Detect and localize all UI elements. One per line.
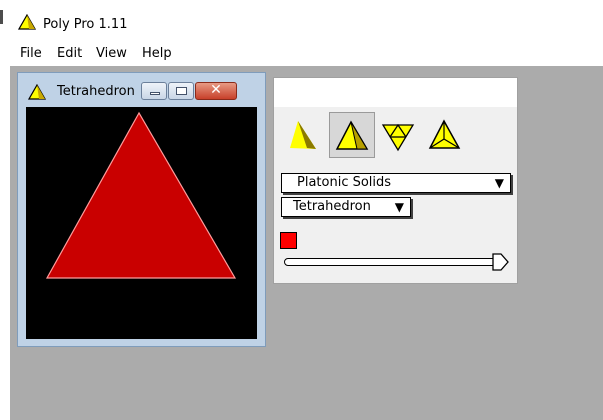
category-dropdown[interactable]: Platonic Solids ▼ — [281, 173, 511, 193]
close-icon: ✕ — [210, 82, 222, 98]
vertex-view-icon — [428, 119, 461, 149]
app-title: Poly Pro 1.11 — [43, 17, 128, 32]
category-dropdown-value: Platonic Solids — [297, 175, 392, 190]
chevron-down-icon: ▼ — [494, 176, 504, 190]
polyhedron-dropdown[interactable]: Tetrahedron ▼ — [281, 197, 411, 217]
shaded-view-button[interactable] — [329, 112, 375, 158]
close-button[interactable]: ✕ — [195, 82, 237, 100]
child-window-title: Tetrahedron — [57, 84, 135, 99]
tetrahedron-face — [45, 111, 237, 279]
minimize-button[interactable] — [141, 82, 167, 100]
size-slider-thumb[interactable] — [490, 252, 510, 272]
polyhedron-canvas[interactable] — [26, 107, 257, 339]
maximize-button[interactable] — [168, 82, 194, 100]
workspace-left-margin — [0, 66, 10, 420]
size-slider-track[interactable] — [284, 258, 498, 266]
window-edge-accent — [0, 10, 3, 24]
net-view-button[interactable] — [375, 112, 421, 158]
control-panel-header — [274, 78, 517, 107]
chevron-down-icon: ▼ — [394, 200, 404, 214]
maximize-icon — [176, 87, 187, 95]
menu-bar — [0, 40, 603, 66]
pyramid-icon — [28, 84, 46, 100]
shaded-view-icon — [335, 120, 369, 150]
control-panel: Platonic Solids ▼ Tetrahedron ▼ — [273, 77, 518, 284]
menu-view[interactable]: View — [96, 46, 127, 61]
menu-file[interactable]: File — [20, 46, 42, 61]
net-view-icon — [381, 123, 415, 152]
color-swatch[interactable] — [280, 232, 297, 249]
child-window-titlebar[interactable]: Tetrahedron ✕ — [18, 73, 265, 107]
tetrahedron-window[interactable]: Tetrahedron ✕ — [17, 72, 266, 347]
polyhedron-dropdown-value: Tetrahedron — [293, 199, 371, 214]
solid-view-icon — [290, 121, 316, 149]
solid-view-button[interactable] — [280, 112, 326, 158]
menu-help[interactable]: Help — [142, 46, 172, 61]
tetrahedron-drawing — [45, 111, 237, 279]
menu-edit[interactable]: Edit — [57, 46, 82, 61]
pyramid-icon — [18, 14, 36, 30]
minimize-icon — [150, 92, 160, 95]
vertex-view-button[interactable] — [422, 112, 468, 158]
